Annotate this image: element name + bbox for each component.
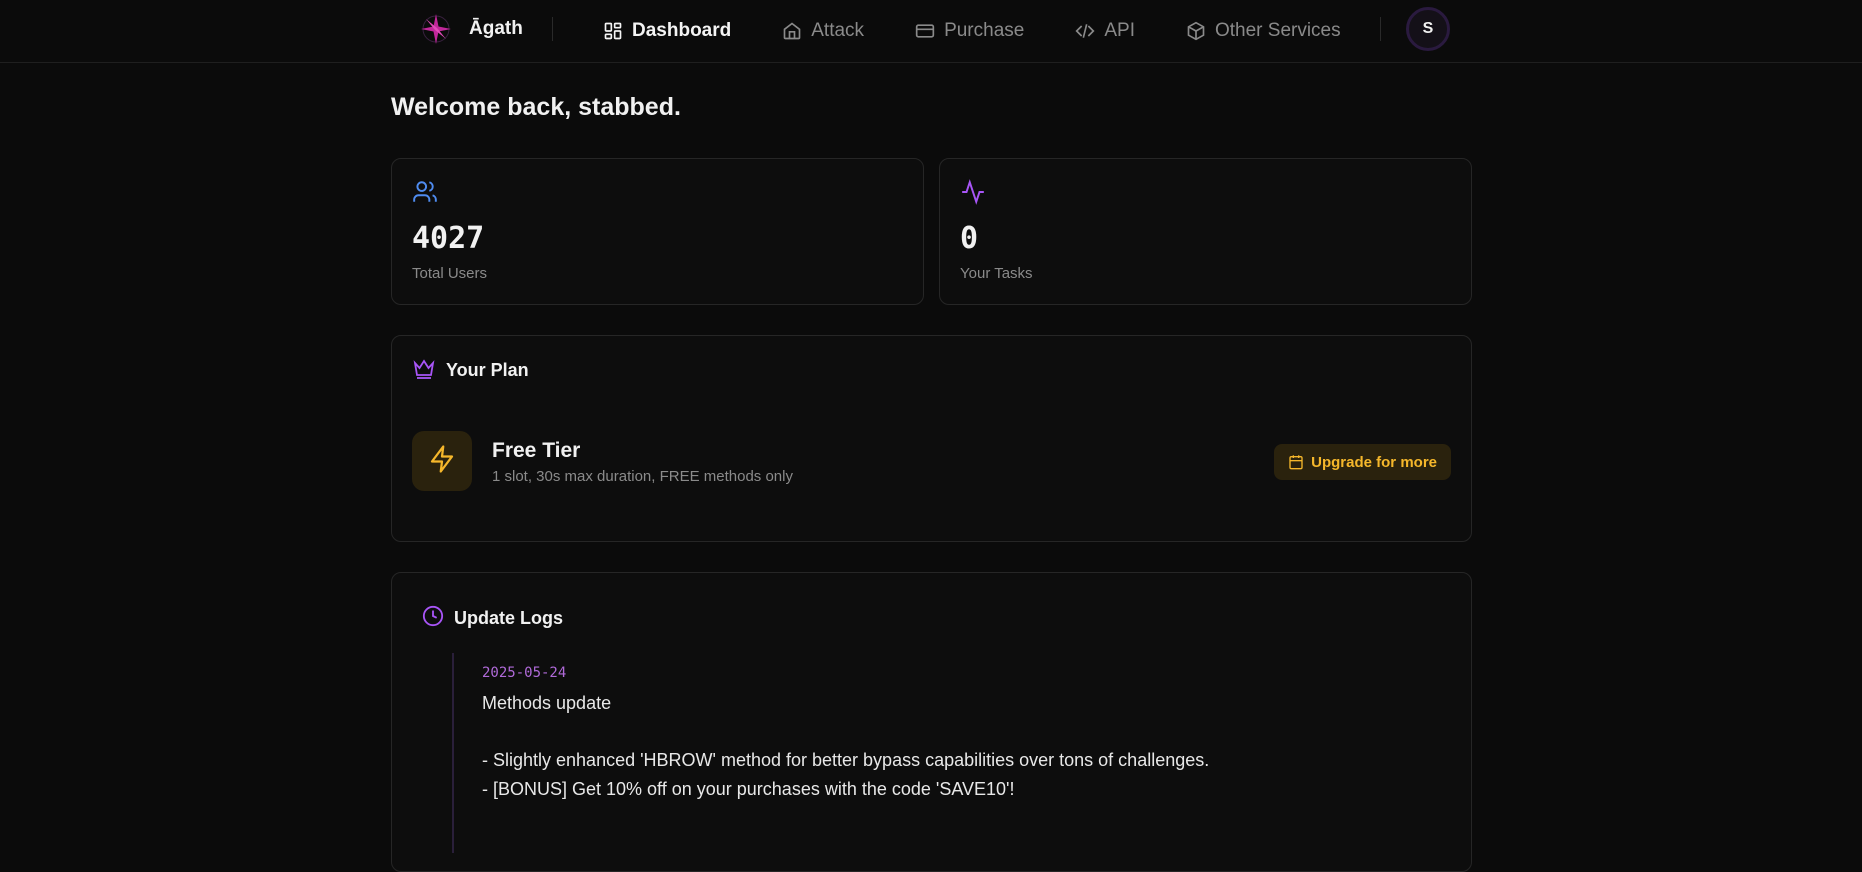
update-logs-header: Update Logs [422,605,563,632]
nav-item-label: Other Services [1214,20,1341,41]
plan-header: Your Plan [412,356,529,385]
stat-value: 4027 [412,221,485,256]
clock-icon [422,605,444,632]
stat-card-your-tasks: 0 Your Tasks [939,158,1472,305]
nav-item-label: Attack [811,20,865,41]
nav-item-other-services[interactable]: Other Services [1185,15,1341,47]
upgrade-label: Upgrade for more [1311,453,1437,471]
users-icon [412,179,438,205]
log-line: - Slightly enhanced 'HBROW' method for b… [482,750,1210,770]
update-logs-card: Update Logs 2025-05-24 Methods update - … [391,572,1472,872]
divider [1380,17,1381,41]
nav-item-attack[interactable]: Attack [781,15,864,47]
plan-card: Your Plan Free Tier 1 slot, 30s max dura… [391,335,1472,542]
home-icon [781,20,803,42]
main-nav: Dashboard Attack Purchase API Other Serv… [602,15,1391,47]
stat-value: 0 [960,221,979,256]
log-line: - [BONUS] Get 10% off on your purchases … [482,779,1015,799]
lightning-icon [427,444,457,479]
upgrade-button[interactable]: Upgrade for more [1274,444,1451,480]
tier-description: 1 slot, 30s max duration, FREE methods o… [492,468,793,485]
user-avatar[interactable]: S [1406,7,1450,51]
activity-icon [960,179,986,205]
stat-label: Your Tasks [960,265,1033,282]
nav-item-label: Dashboard [632,20,732,41]
nav-item-api[interactable]: API [1074,15,1135,47]
top-navbar: Āgath Dashboard Attack Purchase API Othe… [0,0,1862,63]
log-title: Methods update [482,693,612,713]
plan-title: Your Plan [446,360,529,380]
credit-card-icon [914,20,936,42]
log-date: 2025-05-24 [482,665,567,681]
stat-label: Total Users [412,265,488,282]
crown-icon [412,356,436,385]
package-icon [1185,20,1207,42]
code-icon [1074,20,1096,42]
tier-badge [412,431,472,491]
divider [552,17,553,41]
timeline-line [452,653,454,853]
calendar-icon [1288,454,1304,470]
brand-name: Āgath [469,18,523,39]
nav-item-dashboard[interactable]: Dashboard [602,15,731,47]
brand[interactable]: Āgath [417,11,523,47]
tier-name: Free Tier [492,439,581,462]
nav-item-purchase[interactable]: Purchase [914,15,1024,47]
nav-item-label: API [1104,20,1135,41]
brand-logo-icon [417,11,455,47]
page-title: Welcome back, stabbed. [391,93,681,121]
update-logs-title: Update Logs [454,608,564,628]
nav-item-label: Purchase [944,20,1025,41]
dashboard-icon [602,20,624,42]
stat-card-total-users: 4027 Total Users [391,158,924,305]
